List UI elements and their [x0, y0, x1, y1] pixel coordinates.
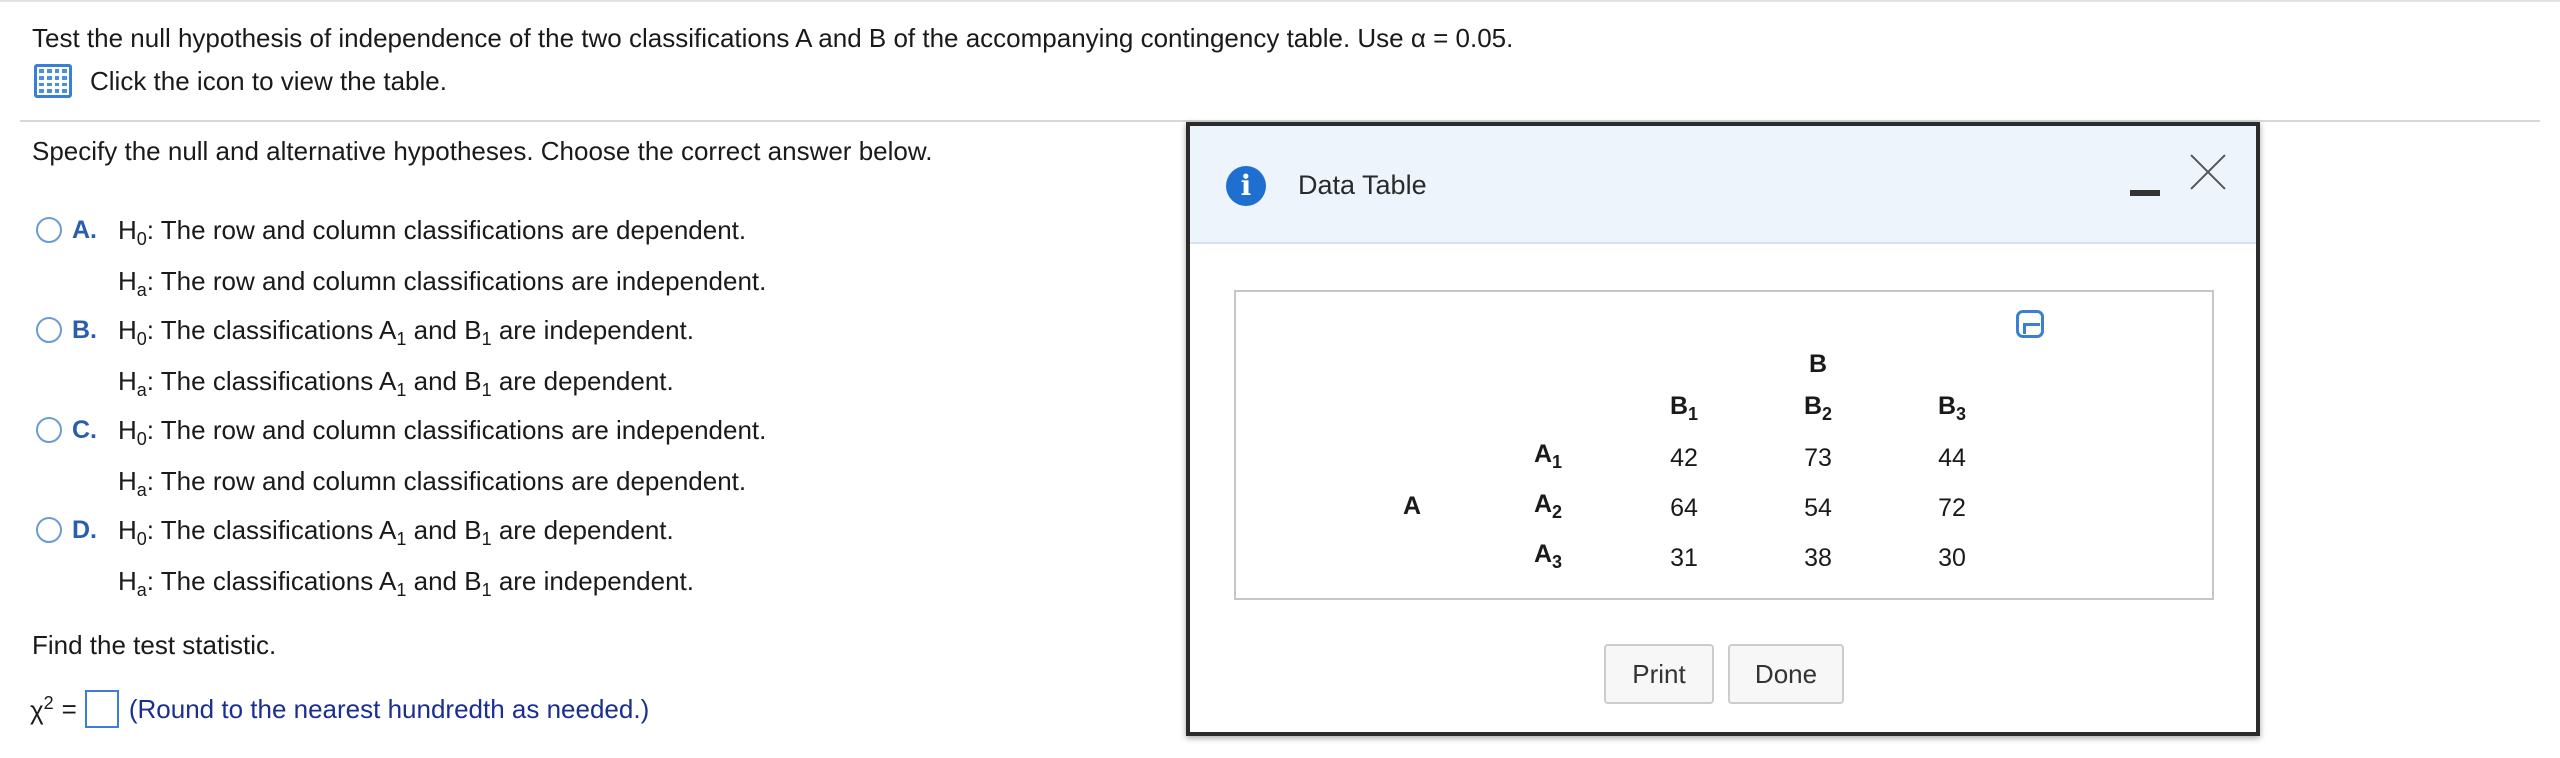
minimize-button[interactable]	[2130, 180, 2164, 204]
alt-hypothesis: Ha: The classifications A1 and B1 are in…	[118, 566, 694, 600]
find-statistic-label: Find the test statistic.	[32, 630, 277, 660]
null-hypothesis: H0: The classifications A1 and B1 are de…	[118, 515, 674, 549]
table-cell: 72	[1938, 494, 1966, 522]
answer-row: χ2 = (Round to the nearest hundredth as …	[30, 690, 649, 728]
alt-hypothesis: Ha: The classifications A1 and B1 are de…	[118, 366, 674, 400]
view-table-label[interactable]: Click the icon to view the table.	[90, 66, 447, 97]
table-cell: 30	[1938, 544, 1966, 572]
null-hypothesis: H0: The row and column classifications a…	[118, 415, 767, 449]
done-button[interactable]: Done	[1728, 644, 1844, 704]
column-header: B1	[1669, 392, 1699, 424]
table-cell: 73	[1804, 444, 1832, 472]
top-rule	[0, 0, 2560, 2]
radio-button[interactable]	[36, 517, 62, 543]
option-text: H0: The classifications A1 and B1 are in…	[118, 309, 694, 411]
row-header: A1	[1533, 440, 1563, 472]
table-cell: 38	[1804, 544, 1832, 572]
table-cell: 31	[1670, 544, 1698, 572]
alt-hypothesis: Ha: The row and column classifications a…	[118, 266, 767, 300]
null-hypothesis: H0: The row and column classifications a…	[118, 215, 747, 249]
option-letter: B.	[72, 316, 97, 344]
equals-sign: =	[61, 693, 77, 724]
option-letter: D.	[72, 516, 97, 544]
alt-hypothesis: Ha: The row and column classifications a…	[118, 466, 747, 500]
option-a[interactable]: A. H0: The row and column classification…	[36, 214, 766, 311]
option-text: H0: The row and column classifications a…	[118, 209, 766, 311]
option-letter: A.	[72, 216, 97, 244]
row-header: A2	[1533, 490, 1563, 522]
option-c[interactable]: C. H0: The row and column classification…	[36, 414, 766, 511]
column-header: B2	[1803, 392, 1833, 424]
table-cell: 42	[1670, 444, 1698, 472]
info-icon: i	[1226, 166, 1266, 206]
close-button[interactable]	[2188, 152, 2228, 192]
table-cell: 54	[1804, 494, 1832, 522]
column-group-label: B	[1808, 350, 1828, 378]
table-cell: 44	[1938, 444, 1966, 472]
copy-table-icon[interactable]	[2016, 310, 2044, 338]
option-d[interactable]: D. H0: The classifications A1 and B1 are…	[36, 514, 694, 611]
radio-button[interactable]	[36, 417, 62, 443]
null-hypothesis: H0: The classifications A1 and B1 are in…	[118, 315, 694, 349]
view-table-link[interactable]: Click the icon to view the table.	[34, 64, 447, 98]
option-b[interactable]: B. H0: The classifications A1 and B1 are…	[36, 314, 694, 411]
dialog-header: i Data Table	[1190, 126, 2256, 244]
option-text: H0: The row and column classifications a…	[118, 409, 766, 511]
data-table-dialog: i Data Table B B1 B2 B3 A A1 A2 A3 42 73…	[1186, 122, 2260, 736]
print-button[interactable]: Print	[1604, 644, 1714, 704]
table-cell: 64	[1670, 494, 1698, 522]
radio-button[interactable]	[36, 317, 62, 343]
rounding-hint: (Round to the nearest hundredth as neede…	[128, 693, 650, 724]
option-text: H0: The classifications A1 and B1 are de…	[118, 509, 694, 611]
answer-input[interactable]	[84, 690, 119, 728]
radio-button[interactable]	[36, 217, 62, 243]
row-group-label: A	[1402, 492, 1422, 520]
option-letter: C.	[72, 416, 97, 444]
chi-square-symbol: χ2	[30, 692, 54, 725]
dialog-title: Data Table	[1298, 170, 1427, 200]
contingency-table: B B1 B2 B3 A A1 A2 A3 42 73 44 64 54 72 …	[1234, 290, 2214, 600]
question-text: Test the null hypothesis of independence…	[32, 23, 1514, 53]
column-header: B3	[1937, 392, 1967, 424]
table-grid-icon[interactable]	[34, 64, 72, 98]
row-header: A3	[1533, 540, 1563, 572]
instruction-text: Specify the null and alternative hypothe…	[32, 136, 933, 166]
